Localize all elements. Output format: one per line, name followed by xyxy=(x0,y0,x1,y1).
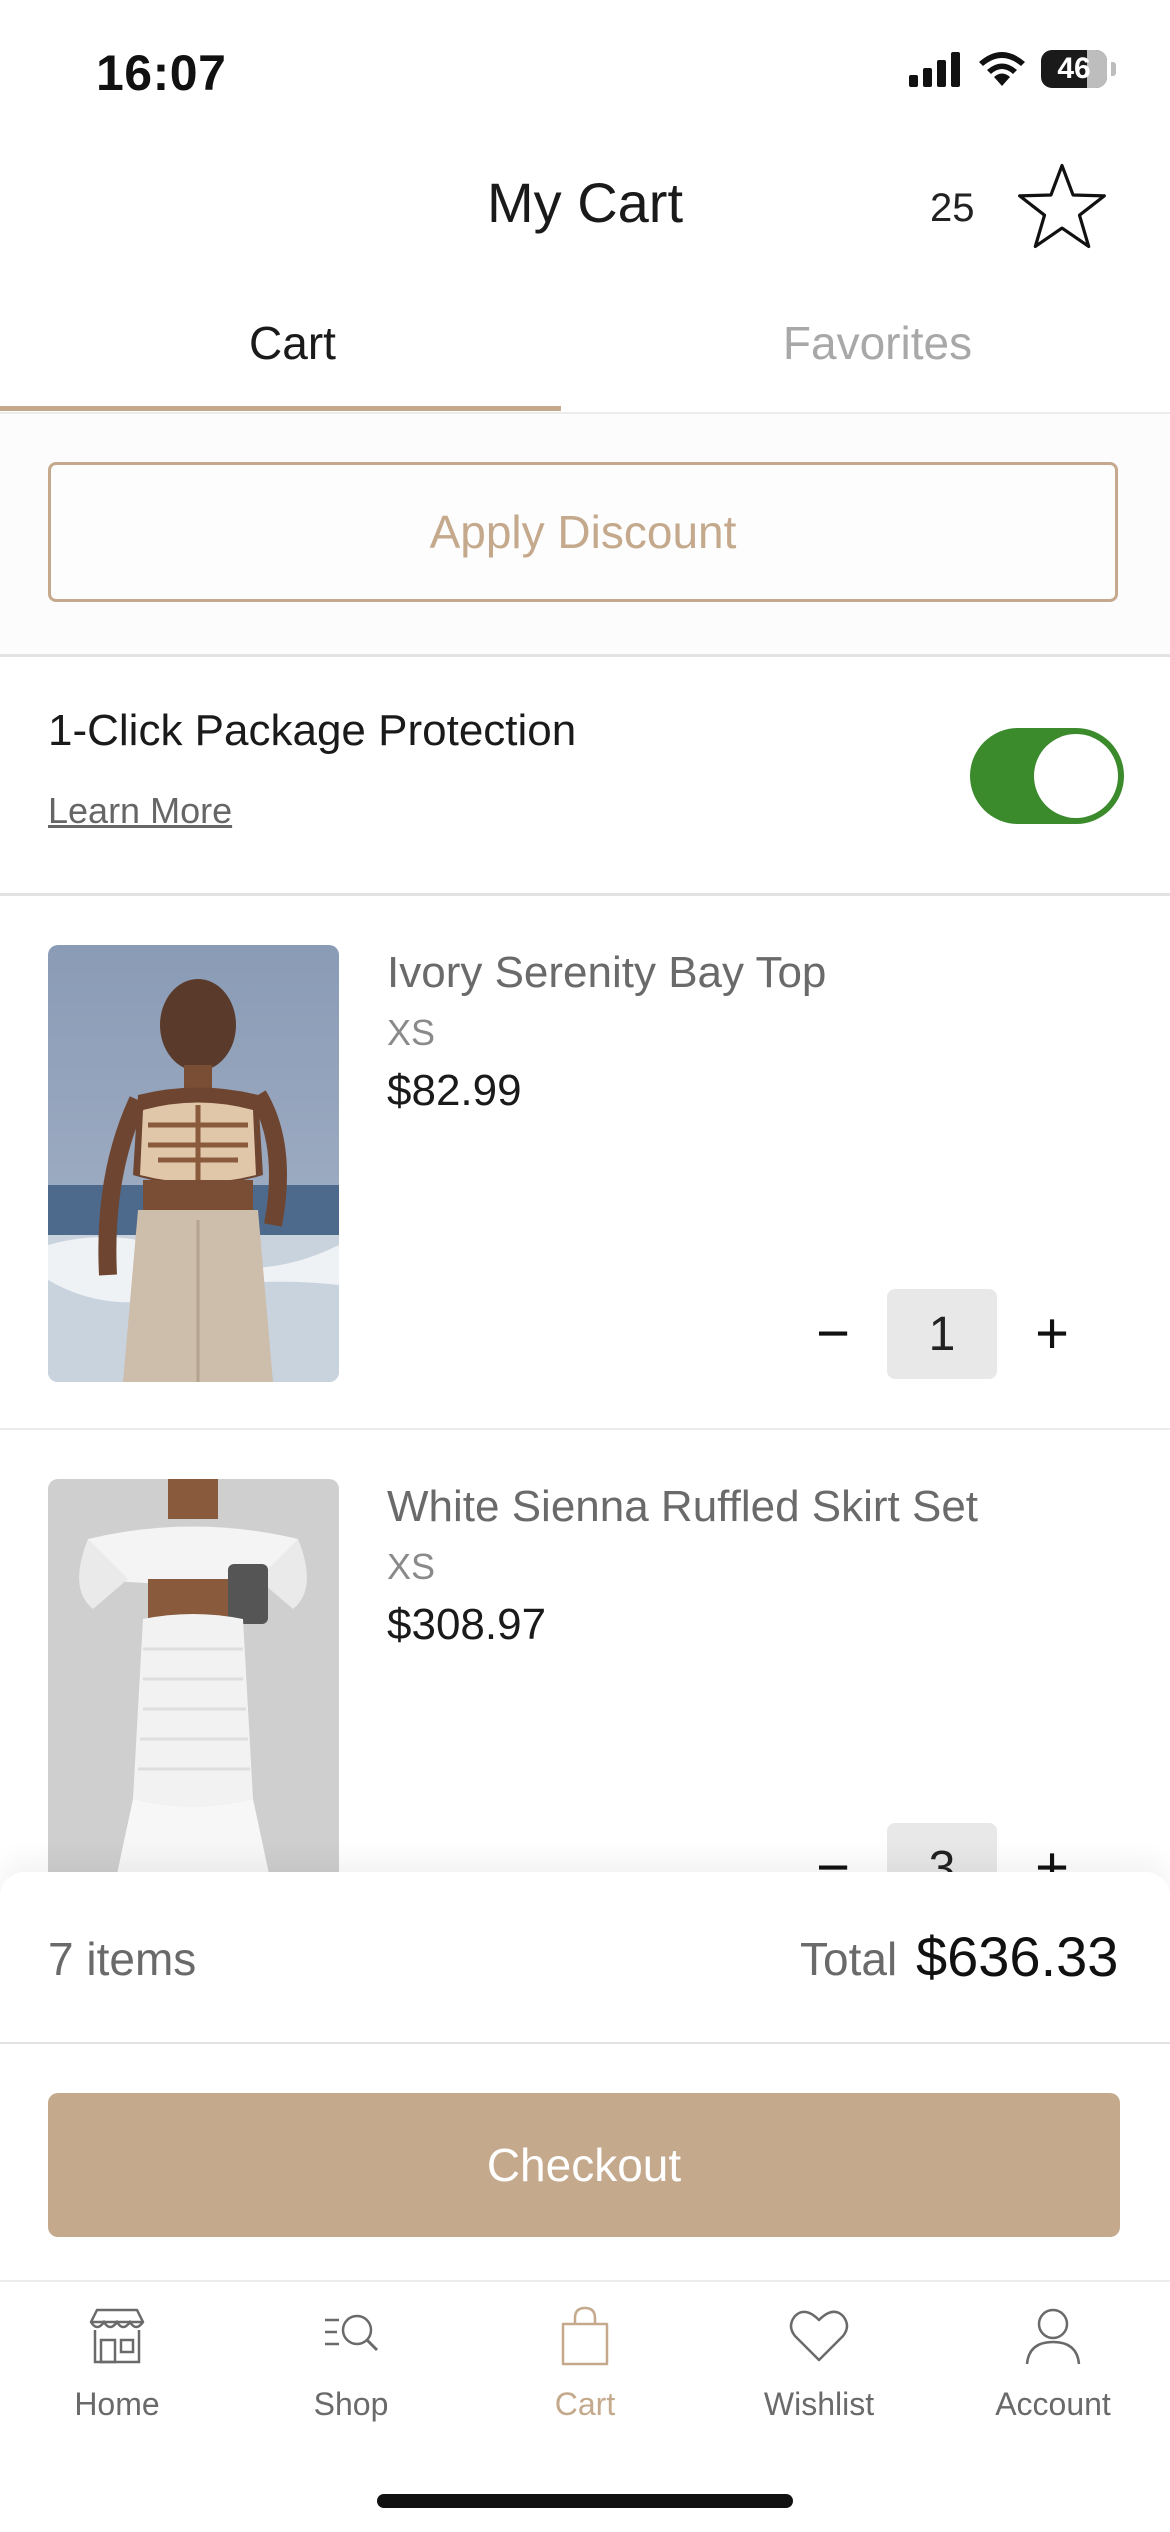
bag-icon xyxy=(561,2306,609,2366)
page-title: My Cart xyxy=(487,171,683,234)
total-value: $636.33 xyxy=(916,1925,1119,1988)
nav-label: Account xyxy=(995,2386,1111,2422)
quantity-value: 1 xyxy=(887,1289,997,1379)
nav-label: Home xyxy=(74,2386,160,2422)
product-name[interactable]: Ivory Serenity Bay Top xyxy=(387,948,826,998)
battery-level: 46 xyxy=(1057,52,1091,85)
tab-cart[interactable]: Cart xyxy=(0,316,585,370)
total-label: Total xyxy=(800,1933,898,1985)
nav-wishlist[interactable]: Wishlist xyxy=(702,2300,936,2423)
star-icon[interactable] xyxy=(1016,160,1108,252)
items-count: 7 items xyxy=(48,1933,197,1985)
product-price: $308.97 xyxy=(387,1600,547,1649)
battery-icon: 46 xyxy=(1041,50,1107,88)
nav-label: Wishlist xyxy=(763,2386,875,2422)
product-image[interactable] xyxy=(48,1479,339,1916)
divider xyxy=(0,893,1170,896)
status-time: 16:07 xyxy=(96,45,227,101)
product-price: $82.99 xyxy=(387,1066,522,1115)
status-icons: 46 xyxy=(909,50,1116,88)
store-icon xyxy=(89,2308,145,2364)
product-image[interactable] xyxy=(48,945,339,1382)
user-icon xyxy=(1025,2308,1081,2365)
search-list-icon xyxy=(325,2314,379,2352)
nav-account[interactable]: Account xyxy=(936,2300,1170,2423)
nav-label: Shop xyxy=(313,2386,389,2422)
product-size: XS xyxy=(387,1546,436,1587)
nav-shop[interactable]: Shop xyxy=(234,2300,468,2423)
nav-label: Cart xyxy=(554,2386,616,2422)
product-size: XS xyxy=(387,1012,436,1053)
wifi-icon xyxy=(979,52,1025,86)
favorites-count: 25 xyxy=(930,186,975,230)
nav-divider xyxy=(0,2280,1170,2282)
learn-more-link[interactable]: Learn More xyxy=(48,790,232,832)
checkout-button[interactable]: Checkout xyxy=(48,2093,1120,2237)
increase-quantity-button[interactable]: + xyxy=(1022,1300,1082,1367)
nav-home[interactable]: Home xyxy=(0,2300,234,2423)
product-name[interactable]: White Sienna Ruffled Skirt Set xyxy=(387,1482,978,1532)
package-protection-toggle[interactable] xyxy=(970,728,1124,824)
heart-icon xyxy=(789,2310,849,2362)
cellular-signal-icon xyxy=(909,52,960,87)
package-protection-title: 1-Click Package Protection xyxy=(48,706,577,755)
active-tab-indicator xyxy=(0,406,561,411)
divider xyxy=(0,654,1170,657)
tab-favorites[interactable]: Favorites xyxy=(585,316,1170,370)
home-indicator xyxy=(377,2494,793,2508)
decrease-quantity-button[interactable]: − xyxy=(803,1300,863,1367)
apply-discount-button[interactable]: Apply Discount xyxy=(48,462,1118,602)
divider xyxy=(0,2042,1170,2044)
divider xyxy=(0,1428,1170,1430)
toggle-knob xyxy=(1034,734,1118,818)
nav-cart[interactable]: Cart xyxy=(468,2300,702,2423)
